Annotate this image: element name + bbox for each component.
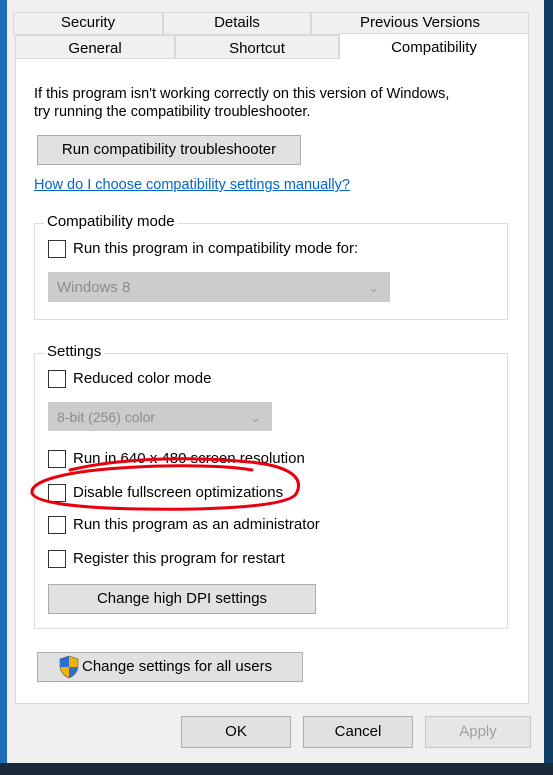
reduced-color-label[interactable]: Reduced color mode [73,370,211,387]
change-high-dpi-button[interactable]: Change high DPI settings [48,584,316,614]
run-as-admin-label[interactable]: Run this program as an administrator [73,516,320,533]
reduced-color-checkbox[interactable] [48,370,66,388]
tab-previous-versions[interactable]: Previous Versions [311,12,529,35]
color-depth-select[interactable]: 8-bit (256) color ⌄ [48,402,272,431]
compatibility-mode-title: Compatibility mode [44,213,178,230]
settings-title: Settings [44,343,105,360]
register-restart-checkbox[interactable] [48,550,66,568]
change-settings-all-users-button[interactable]: Change settings for all users [37,652,303,682]
register-restart-label[interactable]: Register this program for restart [73,550,285,567]
os-version-select[interactable]: Windows 8 ⌄ [48,272,390,302]
manual-settings-link[interactable]: How do I choose compatibility settings m… [34,177,350,193]
window-frame-right [544,0,553,775]
intro-text-line2: try running the compatibility troublesho… [34,104,311,120]
os-version-value: Windows 8 [57,279,131,296]
window-frame-left [0,0,7,775]
run-as-admin-checkbox[interactable] [48,516,66,534]
window-frame-bottom [0,763,553,775]
change-settings-all-users-label: Change settings for all users [82,658,273,675]
resolution-640-checkbox[interactable] [48,450,66,468]
color-depth-value: 8-bit (256) color [57,409,156,425]
resolution-640-label[interactable]: Run in 640 x 480 screen resolution [73,450,305,467]
compat-mode-checkbox[interactable] [48,240,66,258]
tab-details[interactable]: Details [163,12,311,35]
tab-general[interactable]: General [15,35,175,59]
compat-mode-label[interactable]: Run this program in compatibility mode f… [73,240,358,257]
ok-button[interactable]: OK [181,716,291,748]
apply-button: Apply [425,716,531,748]
tab-compatibility[interactable]: Compatibility [339,33,529,60]
disable-fullscreen-opt-checkbox[interactable] [48,484,66,502]
run-troubleshooter-button[interactable]: Run compatibility troubleshooter [37,135,301,165]
tab-shortcut[interactable]: Shortcut [175,35,339,59]
chevron-down-icon: ⌄ [250,410,261,425]
intro-text-line1: If this program isn't working correctly … [34,86,450,102]
disable-fullscreen-opt-label[interactable]: Disable fullscreen optimizations [73,484,283,501]
tab-security[interactable]: Security [13,12,163,35]
cancel-button[interactable]: Cancel [303,716,413,748]
chevron-down-icon: ⌄ [368,280,379,295]
uac-shield-icon [59,655,79,679]
